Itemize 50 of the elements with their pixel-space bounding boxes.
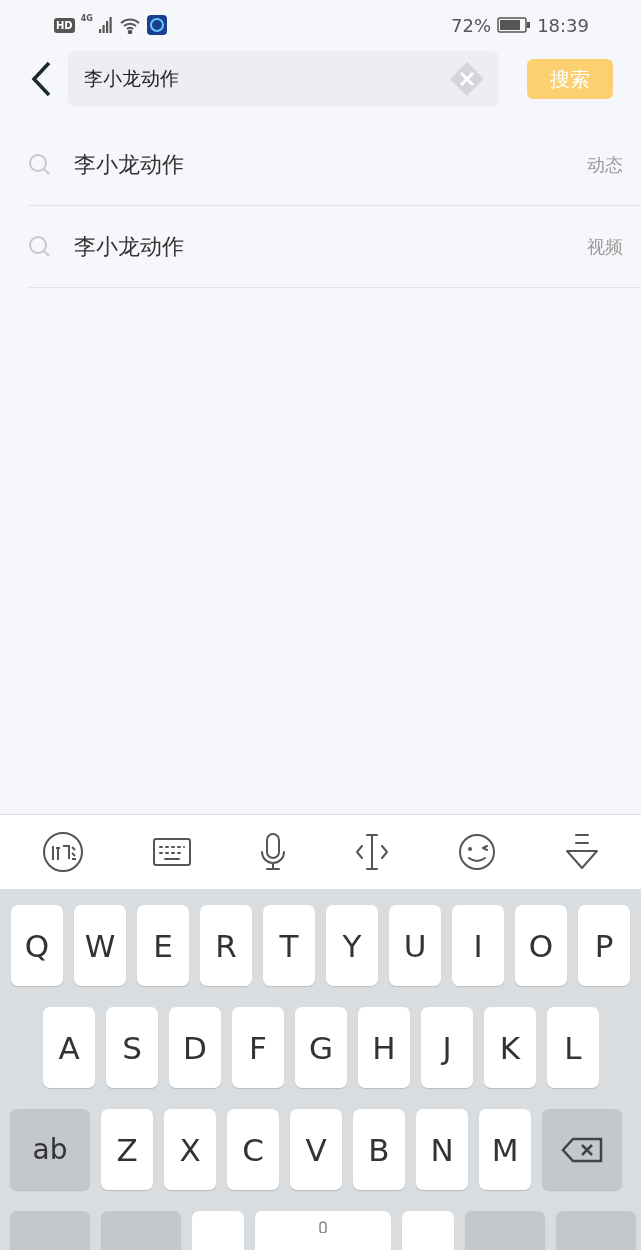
letter-key[interactable]: D xyxy=(169,1007,221,1088)
cursor-move-icon[interactable] xyxy=(353,832,390,872)
letter-key[interactable]: G xyxy=(295,1007,347,1088)
clock-time: 18:39 xyxy=(537,14,589,36)
battery-icon xyxy=(497,17,532,33)
letter-key[interactable]: J xyxy=(421,1007,473,1088)
category-label: 动态 xyxy=(587,152,623,177)
letter-key[interactable]: T xyxy=(263,905,315,986)
letter-key[interactable]: B xyxy=(353,1109,405,1190)
letter-key[interactable]: N xyxy=(416,1109,468,1190)
letter-key[interactable]: W xyxy=(74,905,126,986)
letter-key[interactable]: O xyxy=(515,905,567,986)
network-type: 4G xyxy=(80,14,93,23)
letter-key[interactable]: X xyxy=(164,1109,216,1190)
letter-key[interactable]: A xyxy=(43,1007,95,1088)
letter-key[interactable]: Z xyxy=(101,1109,153,1190)
search-suggestion[interactable]: 李小龙动作 视频 xyxy=(28,206,641,288)
letter-key[interactable]: R xyxy=(200,905,252,986)
search-icon xyxy=(28,234,52,259)
letter-key[interactable]: C xyxy=(227,1109,279,1190)
letter-key[interactable]: K xyxy=(484,1007,536,1088)
letter-key[interactable]: V xyxy=(290,1109,342,1190)
backspace-icon xyxy=(561,1136,603,1163)
letter-key[interactable]: S xyxy=(106,1007,158,1088)
letter-key[interactable]: F xyxy=(232,1007,284,1088)
ime-logo-icon[interactable] xyxy=(41,830,86,874)
letter-key[interactable]: Y xyxy=(326,905,378,986)
search-suggestion[interactable]: 李小龙动作 动态 xyxy=(28,124,641,206)
signal-icon xyxy=(98,17,113,33)
search-field[interactable]: 李小龙动作 xyxy=(68,51,499,107)
hd-badge: HD xyxy=(54,17,75,33)
letter-key[interactable]: P xyxy=(578,905,630,986)
back-icon[interactable] xyxy=(30,61,52,97)
search-icon xyxy=(28,152,52,177)
letter-key[interactable]: E xyxy=(137,905,189,986)
category-label: 视频 xyxy=(587,234,623,259)
collapse-keyboard-icon[interactable] xyxy=(563,832,600,872)
letter-key[interactable]: U xyxy=(389,905,441,986)
letter-key[interactable]: H xyxy=(358,1007,410,1088)
letter-key[interactable]: M xyxy=(479,1109,531,1190)
keyboard-icon[interactable] xyxy=(152,836,193,868)
function-key[interactable]: ab xyxy=(10,1109,90,1190)
letter-key[interactable]: Q xyxy=(11,905,63,986)
letter-key[interactable]: L xyxy=(547,1007,599,1088)
wink-emoji-icon[interactable] xyxy=(456,832,497,872)
letter-key[interactable]: I xyxy=(452,905,504,986)
wifi-icon xyxy=(118,16,141,34)
battery-percentage: 72% xyxy=(451,14,492,36)
backspace-key[interactable] xyxy=(542,1109,622,1190)
app-icon xyxy=(146,15,167,35)
